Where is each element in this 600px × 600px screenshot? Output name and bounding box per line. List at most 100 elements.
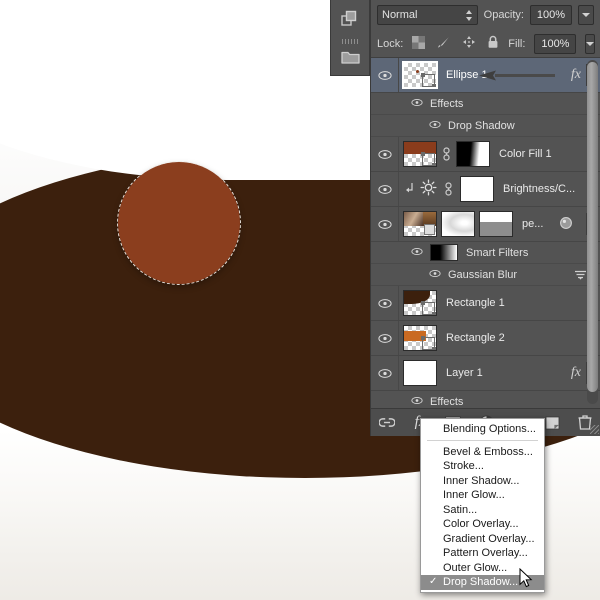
mouse-cursor-icon [519,568,533,588]
divider [398,172,399,206]
layer-thumbnail[interactable] [403,290,437,316]
layer-mask-thumbnail[interactable] [460,176,494,202]
smart-filters-label: Smart Filters [466,246,529,259]
fill-value: 100% [541,37,570,50]
lock-row[interactable]: Lock: Fill: 100% [371,30,600,58]
layer-thumbnail[interactable] [403,360,437,386]
annotation-arrow-icon [479,70,555,81]
menu-item-inner-glow[interactable]: Inner Glow... [421,488,544,503]
layer-thumbnail[interactable] [402,61,438,89]
smart-filters-visibility-eye-icon[interactable] [411,247,423,259]
menu-item-pattern-overlay[interactable]: Pattern Overlay... [421,546,544,561]
menu-item-bevel-emboss[interactable]: Bevel & Emboss... [421,445,544,460]
mask-link-icon[interactable] [443,182,454,196]
menu-item-label: Stroke... [443,460,484,472]
layers-panel[interactable]: Normal Opacity: 100% Lock: Fill: 100% El… [370,0,600,436]
divider [398,137,399,171]
layers-panel-scrollbar[interactable] [587,60,598,404]
blend-mode-row[interactable]: Normal Opacity: 100% [371,0,600,30]
layer-visibility-toggle-eye-icon[interactable] [371,333,398,344]
filter-row-gaussian-blur[interactable]: Gaussian Blur [371,264,600,286]
blend-mode-select[interactable]: Normal [377,5,478,25]
layer-thumbnail[interactable] [403,325,437,351]
vector-mask-thumbnail[interactable] [479,211,513,237]
layer-visibility-toggle-eye-icon[interactable] [371,298,398,309]
menu-divider [427,439,538,441]
layer-visibility-toggle-eye-icon[interactable] [371,184,398,195]
effect-row-drop-shadow[interactable]: Drop Shadow [371,115,600,137]
smart-filters-group-row[interactable]: Smart Filters [371,242,600,264]
effects-group-label: Effects [430,97,464,110]
layer-effects-fx-icon[interactable]: fx [571,365,581,381]
effects-visibility-eye-icon[interactable] [411,98,423,110]
lock-all-icon[interactable] [487,35,499,52]
lock-position-icon[interactable] [462,35,476,52]
blend-mode-stepper-icon[interactable] [465,10,473,22]
mask-link-icon[interactable] [441,147,452,161]
layer-name[interactable]: Layer 1 [437,367,483,379]
layer-row-rectangle-1[interactable]: Rectangle 1 [371,286,600,321]
dock-grip [342,39,359,44]
opacity-slider-chevron-down-icon[interactable] [578,5,594,25]
lock-transparent-pixels-icon[interactable] [412,35,426,52]
menu-item-gradient-overlay[interactable]: Gradient Overlay... [421,532,544,547]
menu-item-satin[interactable]: Satin... [421,503,544,518]
menu-item-label: Outer Glow... [443,561,508,574]
menu-item-color-overlay[interactable]: Color Overlay... [421,517,544,532]
divider [398,321,399,355]
menu-item-stroke[interactable]: Stroke... [421,459,544,474]
effects-visibility-eye-icon[interactable] [411,396,423,407]
panel-resize-grip[interactable] [590,425,599,434]
layer-row-layer-1[interactable]: Layer 1 fx [371,356,600,391]
effects-group-row[interactable]: Effects [371,93,600,115]
layer-thumbnail[interactable] [403,141,437,167]
scrollbar-thumb[interactable] [587,62,598,392]
menu-item-label: Inner Shadow... [443,474,520,487]
layer-visibility-toggle-eye-icon[interactable] [371,219,398,230]
fill-slider-chevron-down-icon[interactable] [585,33,596,54]
layer-mask-thumbnail[interactable] [456,141,490,167]
menu-item-label: Bevel & Emboss... [443,445,533,458]
layer-row-brightness-contrast[interactable]: Brightness/C... [371,172,600,207]
layer-row-ellipse-1[interactable]: Ellipse 1 fx [371,58,600,93]
layer-name[interactable]: Color Fill 1 [490,148,552,160]
effects-group-label: Effects [430,395,464,407]
effect-visibility-eye-icon[interactable] [429,120,441,132]
blend-mode-value: Normal [382,9,418,21]
divider [398,286,399,320]
opacity-input[interactable]: 100% [530,5,572,25]
smart-object-thumbnail[interactable] [403,211,437,237]
menu-item-label: Drop Shadow... [443,576,519,588]
effect-label: Drop Shadow [448,119,515,132]
lock-image-pixels-icon[interactable] [436,36,451,52]
layer-row-rectangle-2[interactable]: Rectangle 2 [371,321,600,356]
fill-input[interactable]: 100% [534,33,577,54]
layer-list[interactable]: Ellipse 1 fx Effects Drop Shadow Color F… [371,58,600,406]
layer-effects-fx-icon[interactable]: fx [571,67,581,83]
link-layers-icon[interactable] [379,415,395,431]
filter-visibility-eye-icon[interactable] [429,269,441,281]
layer-visibility-toggle-eye-icon[interactable] [371,149,398,160]
smart-filter-mask-thumbnail[interactable] [430,244,458,261]
ellipse-selection-outline [117,161,241,285]
layer-name[interactable]: pe... [513,218,543,230]
layer-style-context-menu[interactable]: Blending Options... Bevel & Emboss... St… [420,418,545,593]
menu-item-blending-options[interactable]: Blending Options... [421,422,544,437]
layer-mask-thumbnail[interactable] [441,211,475,237]
layer-visibility-toggle-eye-icon[interactable] [371,70,398,81]
layer-row-smart-object[interactable]: pe... [371,207,600,242]
effects-group-row[interactable]: Effects [371,391,600,406]
layer-name[interactable]: Rectangle 2 [437,332,505,344]
brightness-contrast-adjustment-icon[interactable] [420,179,437,199]
layer-name[interactable]: Brightness/C... [494,183,575,195]
filter-blending-options-icon[interactable] [574,269,587,284]
collapsed-panel-dock[interactable] [330,0,370,76]
layer-name[interactable]: Rectangle 1 [437,297,505,309]
clipping-mask-arrow-icon [405,182,414,197]
new-layer-icon[interactable] [544,415,560,431]
divider [398,207,399,241]
menu-item-inner-shadow[interactable]: Inner Shadow... [421,474,544,489]
layer-row-color-fill-1[interactable]: Color Fill 1 [371,137,600,172]
layer-visibility-toggle-eye-icon[interactable] [371,368,398,379]
layer-comps-panel-icon[interactable] [331,0,369,38]
